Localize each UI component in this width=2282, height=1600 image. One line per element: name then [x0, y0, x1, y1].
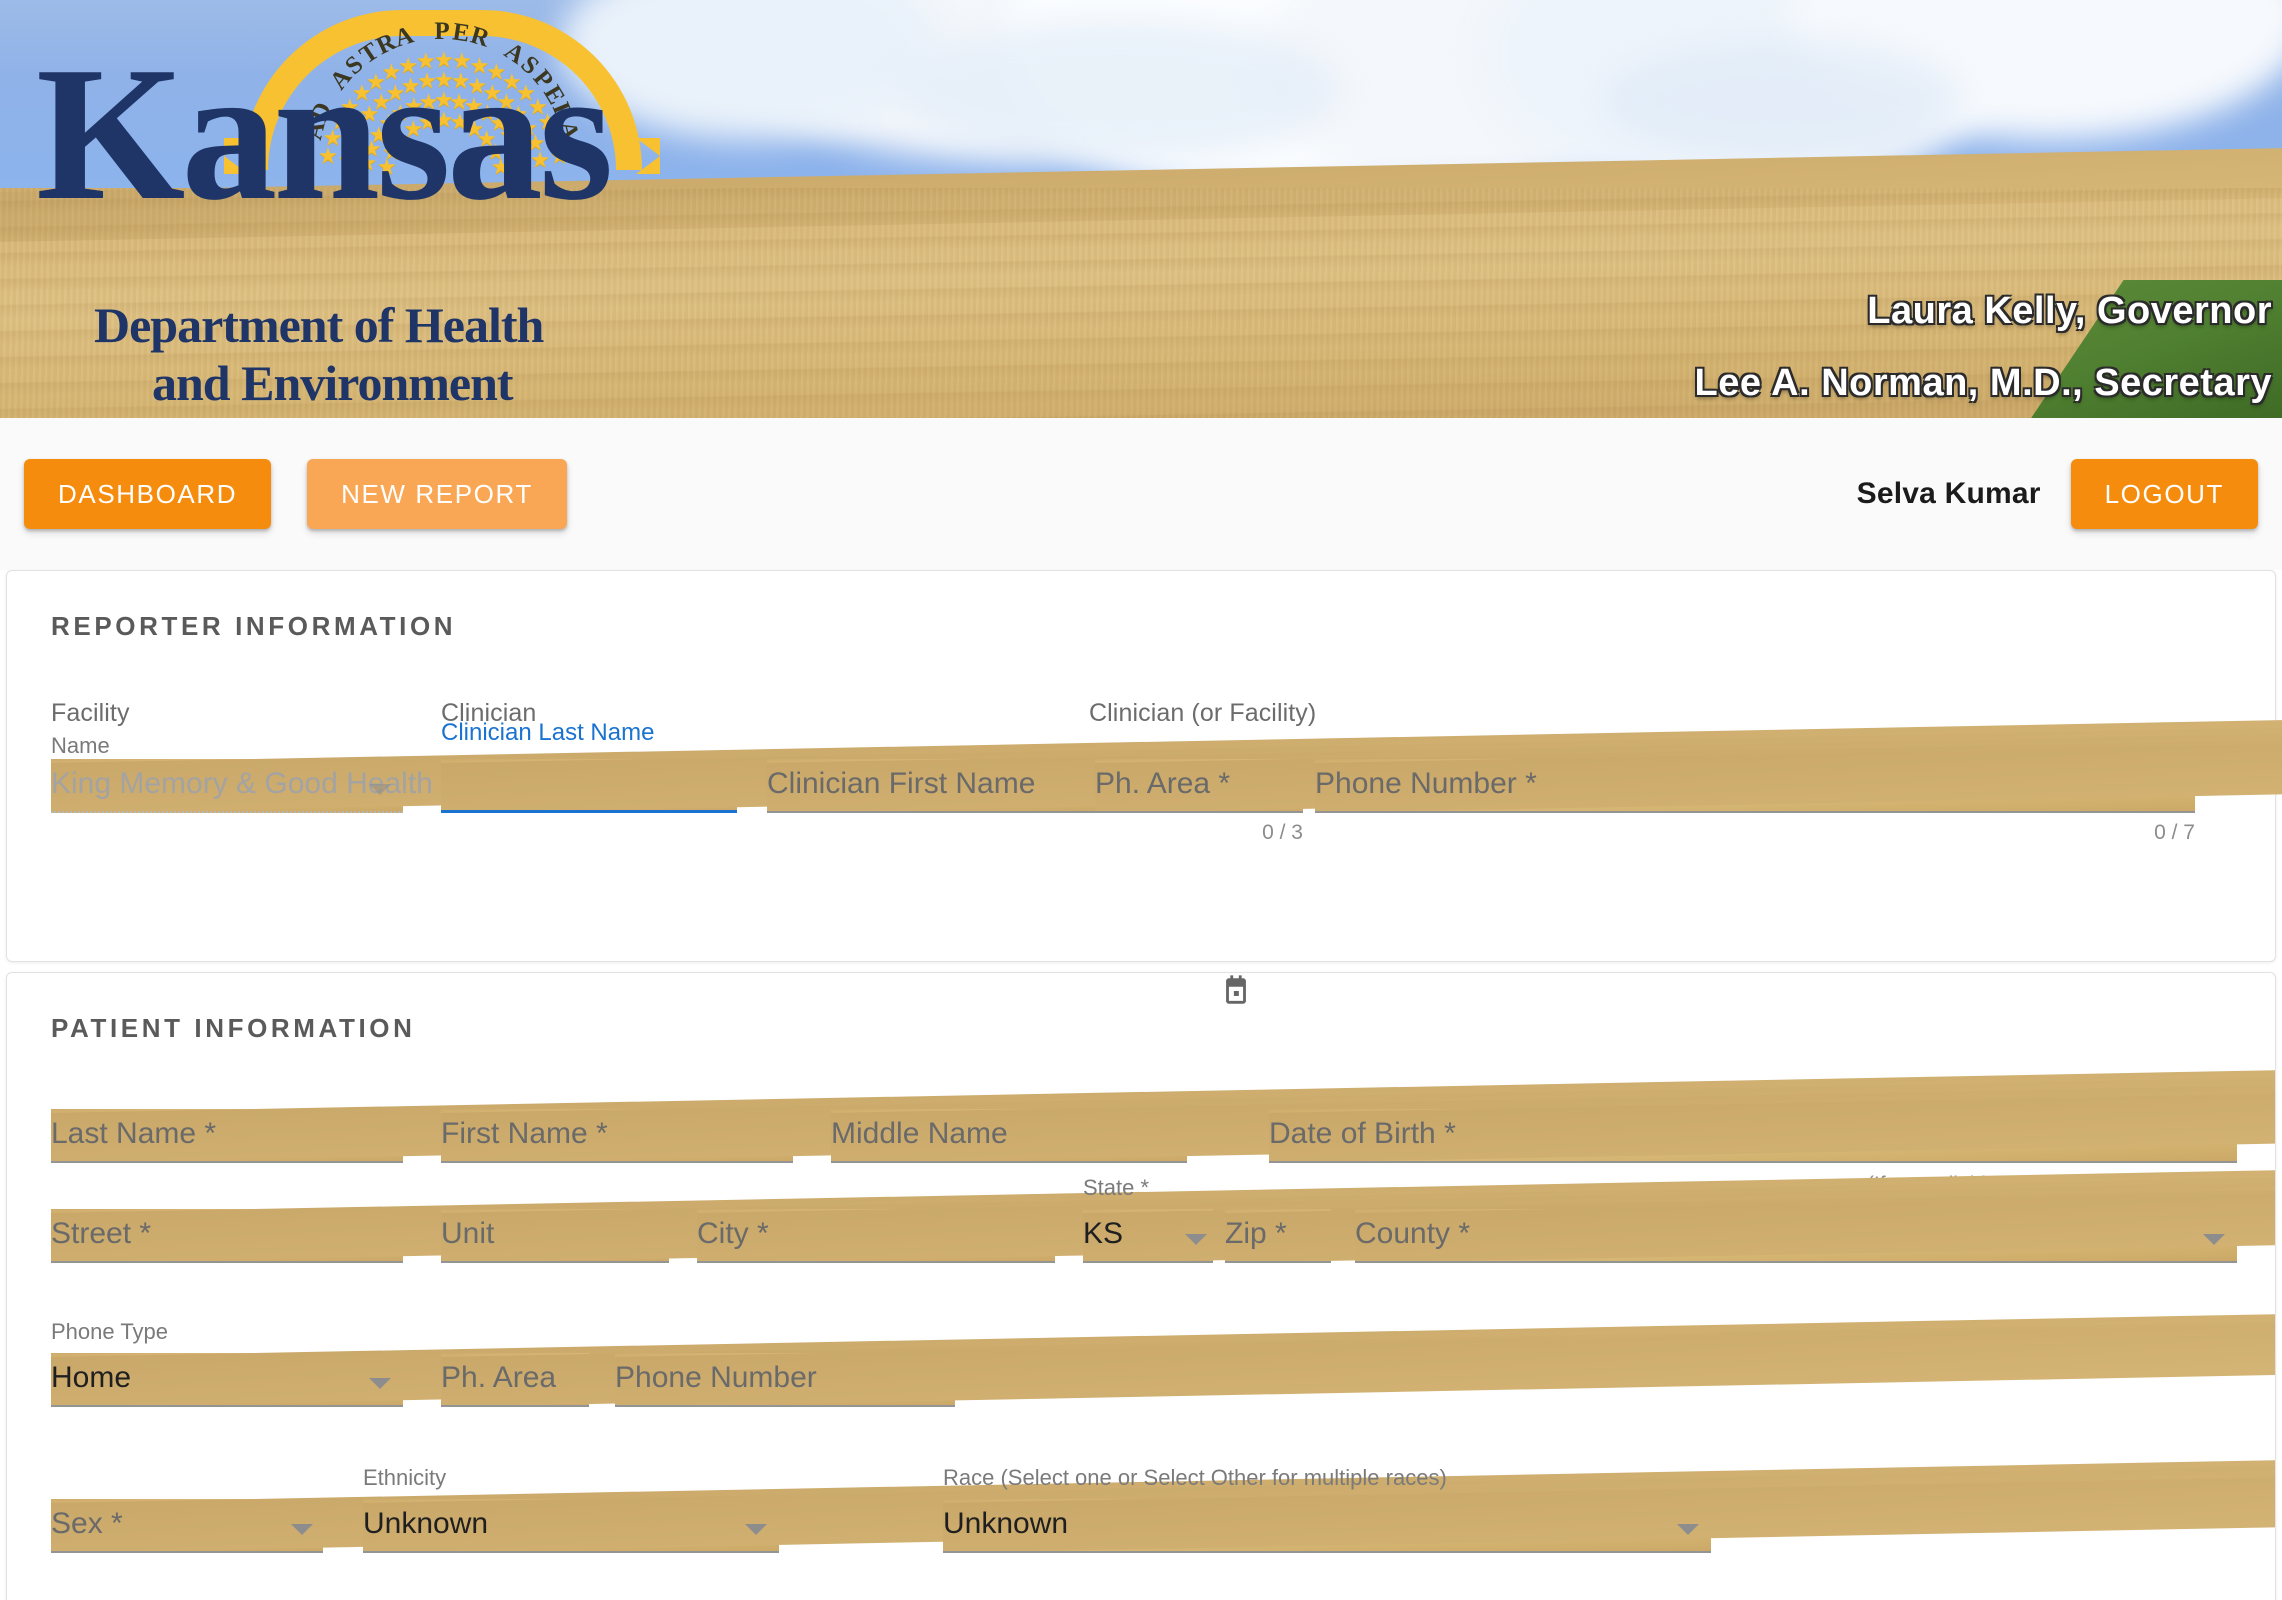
- facility-group-label: Facility: [51, 699, 130, 727]
- chevron-down-icon: [1677, 1524, 1699, 1535]
- state-name: Kansas: [36, 27, 614, 240]
- patient-city-input[interactable]: City *: [697, 1209, 1055, 1263]
- patient-phone-type-value: Home: [51, 1361, 132, 1394]
- patient-dob-underline: [1269, 1161, 2237, 1163]
- clinician-last-name-underline: [441, 810, 737, 813]
- patient-information-card: PATIENT INFORMATION Last Name * First Na…: [6, 972, 2276, 1600]
- secretary-name: Lee A. Norman, M.D., Secretary: [1694, 362, 2272, 404]
- facility-name-select[interactable]: Name King Memory & Good Health: [51, 733, 433, 813]
- patient-first-name-placeholder: First Name *: [441, 1117, 608, 1150]
- top-navigation-bar: DASHBOARD NEW REPORT Selva Kumar LOGOUT: [0, 418, 2282, 570]
- patient-first-name-underline: [441, 1161, 793, 1163]
- clinician-or-facility-group-label: Clinician (or Facility): [1089, 699, 1317, 727]
- patient-zip-placeholder: Zip *: [1225, 1217, 1287, 1250]
- chevron-down-icon: [369, 784, 391, 795]
- patient-unit-placeholder: Unit: [441, 1217, 495, 1250]
- patient-phone-type-float-label: Phone Type: [51, 1319, 169, 1344]
- cloud: [1600, 40, 1960, 160]
- patient-phone-type-underline: [51, 1405, 403, 1407]
- clinician-first-name-underline: [767, 811, 1099, 813]
- patient-race-value: Unknown: [943, 1507, 1069, 1540]
- patient-city-underline: [697, 1261, 1055, 1263]
- patient-ethnicity-underline: [363, 1551, 779, 1553]
- patient-county-placeholder: County *: [1355, 1217, 1471, 1250]
- patient-sex-placeholder: Sex *: [51, 1507, 123, 1540]
- patient-phone-number-input[interactable]: Phone Number: [615, 1353, 955, 1407]
- logout-button[interactable]: LOGOUT: [2070, 459, 2258, 529]
- patient-last-name-input[interactable]: Last Name *: [51, 1109, 403, 1163]
- reporter-phone-area-input[interactable]: Ph. Area * 0 / 3: [1095, 759, 1303, 844]
- new-report-button[interactable]: NEW REPORT: [307, 459, 567, 529]
- patient-phone-number-placeholder: Phone Number: [615, 1361, 817, 1394]
- patient-first-name-input[interactable]: First Name *: [441, 1109, 793, 1163]
- patient-phone-type-select[interactable]: Phone Type Home: [51, 1319, 403, 1407]
- patient-ethnicity-select[interactable]: Ethnicity Unknown: [363, 1465, 779, 1553]
- chevron-down-icon: [745, 1524, 767, 1535]
- patient-middle-name-underline: [831, 1161, 1187, 1163]
- clinician-last-name-float-label: Clinician Last Name: [441, 719, 655, 746]
- patient-street-underline: [51, 1261, 403, 1263]
- patient-phone-area-input[interactable]: Ph. Area: [441, 1353, 589, 1407]
- reporter-information-card: REPORTER INFORMATION Facility Clinician …: [6, 570, 2276, 962]
- governor-name: Laura Kelly, Governor: [1867, 290, 2272, 332]
- kdhe-logo: AD ASTRA PER ASPERA ★ ★ ★ ★ ★ ★ ★ ★ ★ ★ ★ ★ ★ ★ ★ ★ ★ ★ ★ ★…: [14, 0, 714, 418]
- patient-unit-underline: [441, 1261, 669, 1263]
- chevron-down-icon: [2203, 1234, 2225, 1245]
- chevron-down-icon: [1185, 1234, 1207, 1245]
- patient-zip-input[interactable]: Zip *: [1225, 1209, 1331, 1263]
- cloud: [900, 20, 1340, 160]
- patient-street-placeholder: Street *: [51, 1217, 152, 1250]
- chevron-down-icon: [291, 1524, 313, 1535]
- reporter-phone-number-counter: 0 / 7: [2154, 821, 2195, 844]
- patient-state-value: KS: [1083, 1217, 1124, 1250]
- reporter-phone-area-underline: [1095, 811, 1303, 813]
- clinician-last-name-input[interactable]: Clinician Last Name: [441, 719, 737, 813]
- patient-dob-placeholder: Date of Birth *: [1269, 1117, 1456, 1150]
- patient-ethnicity-float-label: Ethnicity: [363, 1465, 447, 1490]
- reporter-section-title: REPORTER INFORMATION: [51, 611, 457, 641]
- patient-phone-number-underline: [615, 1405, 955, 1407]
- reporter-phone-number-input[interactable]: Phone Number * 0 / 7: [1315, 759, 2195, 844]
- patient-middle-name-input[interactable]: Middle Name: [831, 1109, 1187, 1163]
- reporter-phone-number-underline: [1315, 811, 2195, 813]
- dept-line-1: Department of Health: [94, 297, 544, 353]
- dashboard-button[interactable]: DASHBOARD: [24, 459, 272, 529]
- patient-zip-underline: [1225, 1261, 1331, 1263]
- patient-state-float-label: State *: [1083, 1175, 1150, 1200]
- dept-line-2: and Environment: [152, 355, 514, 411]
- site-banner: AD ASTRA PER ASPERA ★ ★ ★ ★ ★ ★ ★ ★ ★ ★ ★ ★ ★ ★ ★ ★ ★ ★ ★ ★…: [0, 0, 2282, 418]
- patient-county-select[interactable]: County *: [1355, 1209, 2237, 1263]
- patient-state-select[interactable]: State * KS: [1083, 1175, 1213, 1263]
- facility-name-underline: [51, 811, 403, 813]
- patient-county-underline: [1355, 1261, 2237, 1263]
- patient-last-name-underline: [51, 1161, 403, 1163]
- patient-phone-area-placeholder: Ph. Area: [441, 1361, 557, 1394]
- facility-name-float-label: Name: [51, 733, 110, 758]
- patient-last-name-placeholder: Last Name *: [51, 1117, 217, 1150]
- reporter-phone-area-counter: 0 / 3: [1262, 821, 1303, 844]
- patient-sex-select[interactable]: Sex *: [51, 1499, 323, 1553]
- clinician-first-name-placeholder: Clinician First Name: [767, 767, 1036, 800]
- patient-unit-input[interactable]: Unit: [441, 1209, 669, 1263]
- chevron-down-icon: [369, 1378, 391, 1389]
- patient-race-select[interactable]: Race (Select one or Select Other for mul…: [943, 1465, 1711, 1553]
- clinician-first-name-input[interactable]: Clinician First Name: [767, 759, 1099, 813]
- patient-city-placeholder: City *: [697, 1217, 769, 1250]
- current-user-name: Selva Kumar: [1856, 477, 2041, 510]
- patient-race-float-label: Race (Select one or Select Other for mul…: [943, 1465, 1447, 1490]
- patient-sex-underline: [51, 1551, 323, 1553]
- patient-state-underline: [1083, 1261, 1213, 1263]
- patient-middle-name-placeholder: Middle Name: [831, 1117, 1008, 1150]
- patient-section-title: PATIENT INFORMATION: [51, 1013, 416, 1043]
- patient-ethnicity-value: Unknown: [363, 1507, 489, 1540]
- patient-street-input[interactable]: Street *: [51, 1209, 403, 1263]
- patient-race-underline: [943, 1551, 1711, 1553]
- reporter-phone-number-placeholder: Phone Number *: [1315, 767, 1537, 800]
- patient-dob-input[interactable]: Date of Birth * (If unavailable please e…: [1269, 1109, 2237, 1196]
- calendar-icon[interactable]: [1219, 974, 1253, 1008]
- reporter-phone-area-placeholder: Ph. Area *: [1095, 767, 1231, 800]
- patient-phone-area-underline: [441, 1405, 589, 1407]
